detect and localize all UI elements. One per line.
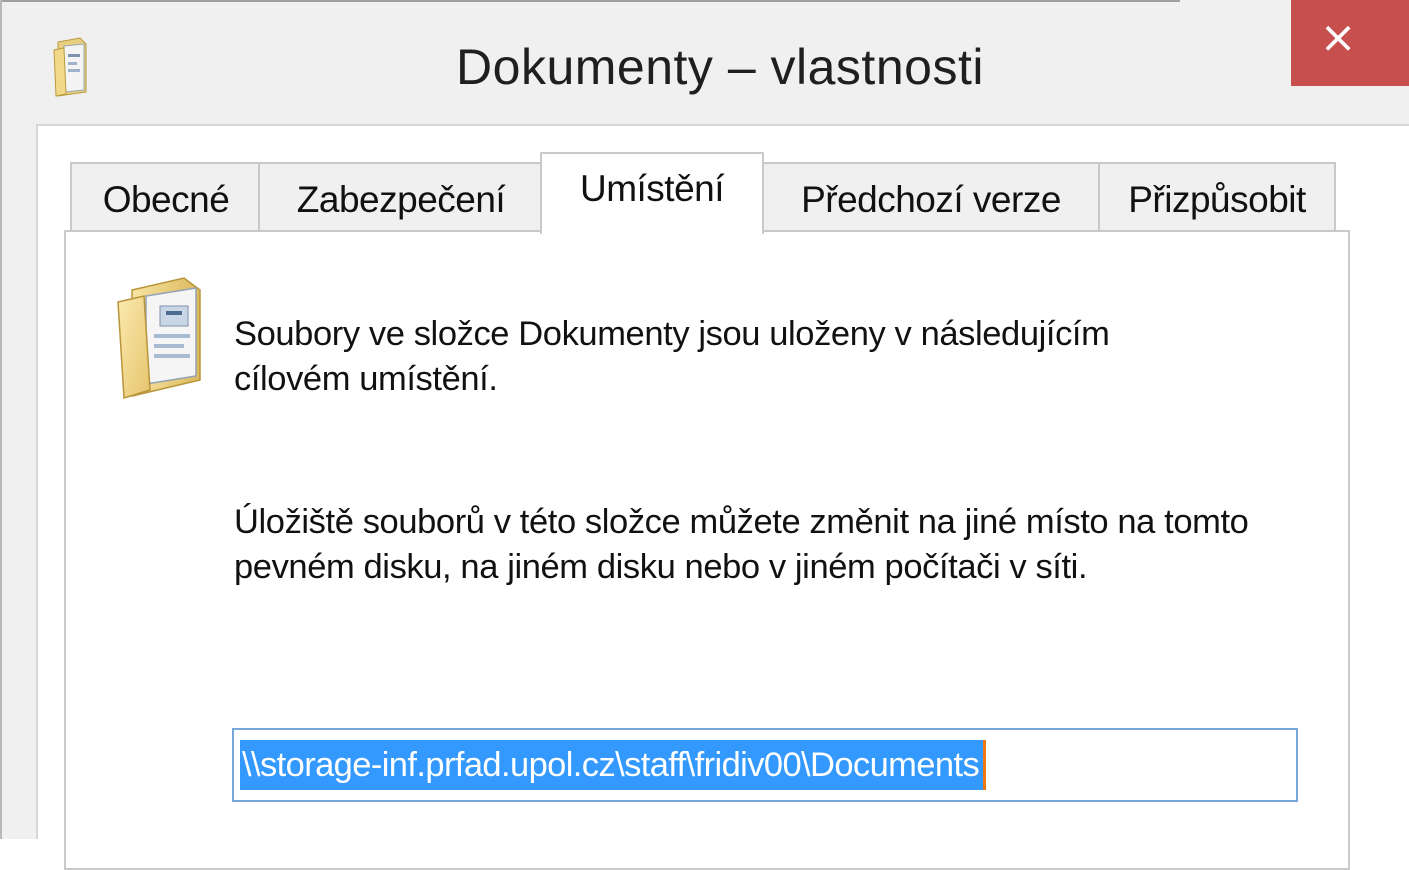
- close-icon: ×: [1319, 12, 1357, 63]
- tab-label: Umístění: [579, 168, 725, 209]
- window-title: Dokumenty – vlastnosti: [456, 39, 984, 95]
- location-change-info: Úložiště souborů v této složce můžete zm…: [234, 503, 1249, 586]
- tab-customize[interactable]: Přizpůsobit: [1098, 162, 1336, 230]
- location-description: Soubory ve složce Dokumenty jsou uloženy…: [234, 315, 1110, 398]
- text-caret: [983, 740, 986, 790]
- title-bar[interactable]: Dokumenty – vlastnosti ×: [0, 0, 1409, 120]
- tab-previous-versions[interactable]: Předchozí verze: [760, 162, 1102, 230]
- tab-location[interactable]: Umístění: [540, 152, 764, 234]
- window-border-left: [0, 0, 2, 839]
- path-text-selected: \\storage-inf.prfad.upol.cz\staff\fridiv…: [240, 740, 984, 790]
- location-path-input[interactable]: \\storage-inf.prfad.upol.cz\staff\fridiv…: [232, 728, 1298, 802]
- documents-folder-icon: [110, 276, 220, 400]
- tab-security[interactable]: Zabezpečení: [258, 162, 544, 230]
- properties-window: Dokumenty – vlastnosti × Obecné Zabezpeč…: [0, 0, 1409, 870]
- tab-label: Přizpůsobit: [1128, 179, 1306, 220]
- tab-label: Předchozí verze: [801, 179, 1061, 220]
- close-button[interactable]: ×: [1291, 0, 1409, 86]
- tab-general[interactable]: Obecné: [70, 162, 262, 230]
- tab-label: Obecné: [102, 179, 230, 220]
- tab-label: Zabezpečení: [296, 179, 506, 220]
